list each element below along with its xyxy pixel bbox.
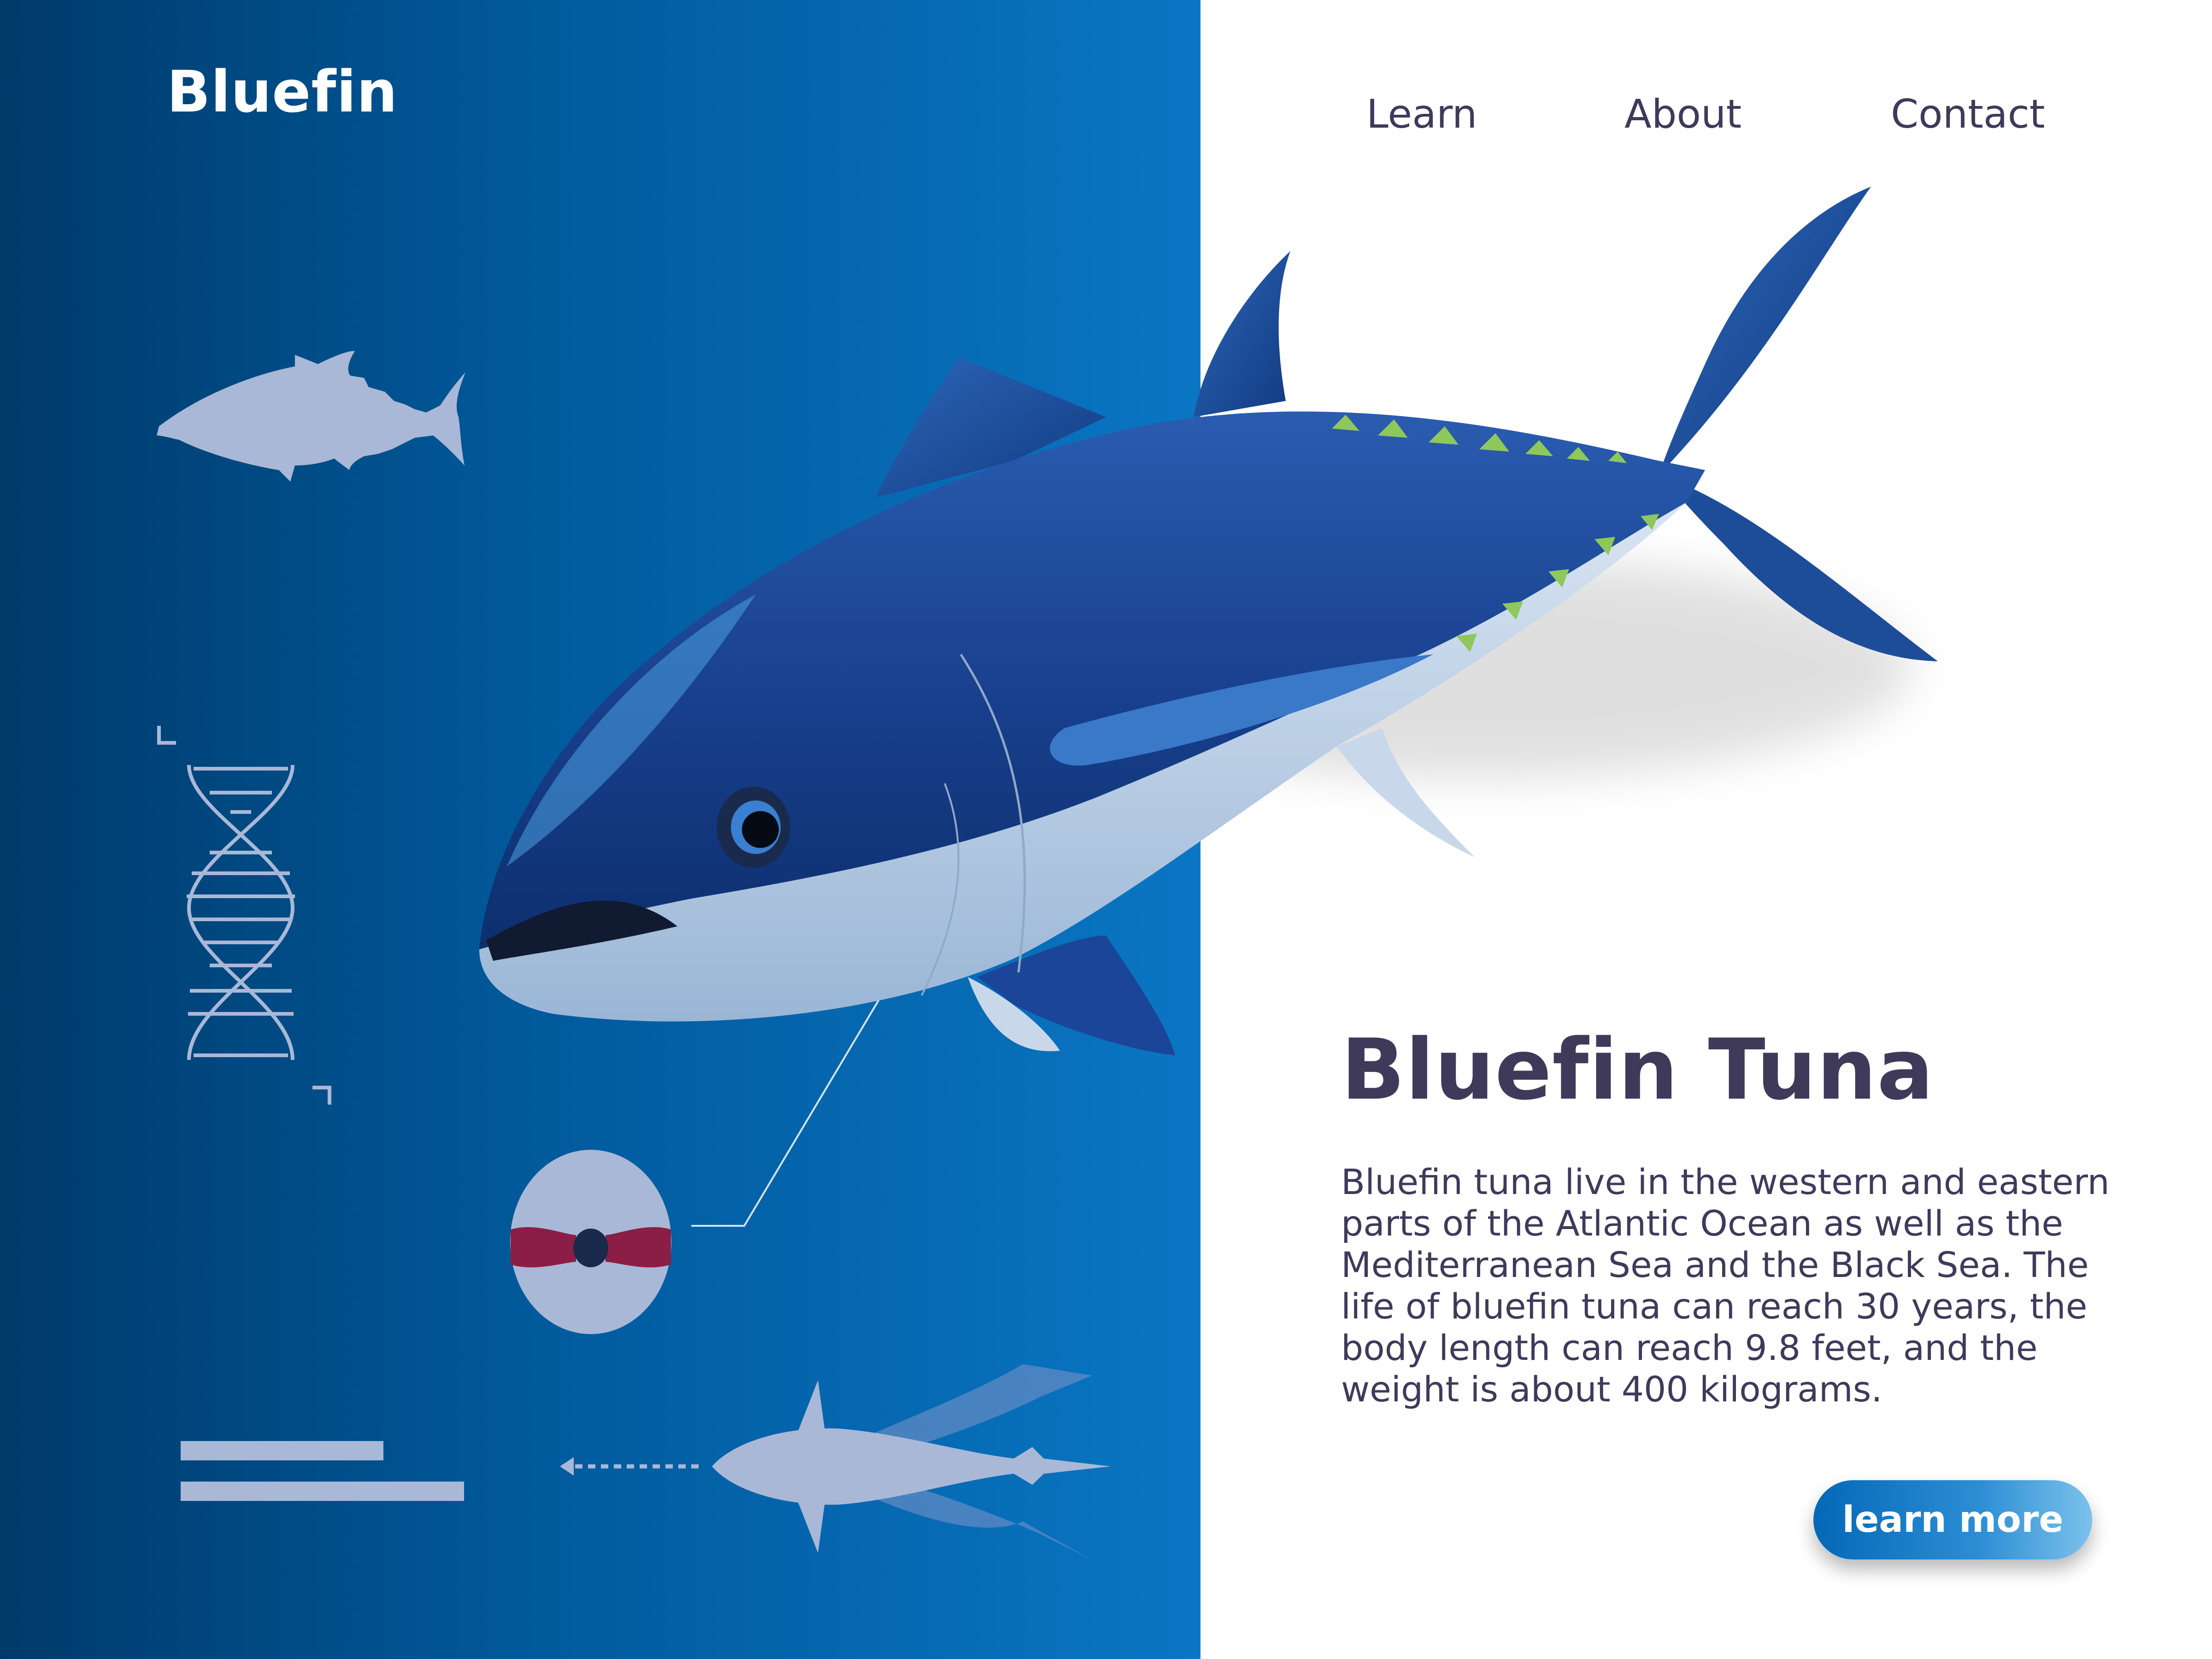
page-title: Bluefin Tuna bbox=[1341, 1021, 1934, 1118]
description-line: Bluefin tuna live in the western and eas… bbox=[1341, 1161, 2110, 1202]
nav-learn[interactable]: Learn bbox=[1366, 91, 1477, 137]
nav-about[interactable]: About bbox=[1624, 91, 1741, 137]
nav-contact[interactable]: Contact bbox=[1891, 91, 2045, 137]
description-line: body length can reach 9.8 feet, and the bbox=[1341, 1327, 2038, 1368]
description-line: weight is about 400 kilograms. bbox=[1341, 1369, 1883, 1410]
brand-logo[interactable]: Bluefin bbox=[167, 59, 398, 125]
learn-more-button[interactable]: learn more bbox=[1813, 1480, 2092, 1559]
description-line: parts of the Atlantic Ocean as well as t… bbox=[1341, 1203, 2064, 1244]
description-line: life of bluefin tuna can reach 30 years,… bbox=[1341, 1286, 2088, 1327]
description-line: Mediterranean Sea and the Black Sea. The bbox=[1341, 1244, 2089, 1285]
left-panel bbox=[0, 0, 1200, 1659]
right-panel bbox=[1200, 0, 2212, 1659]
description-text: Bluefin tuna live in the western and eas… bbox=[1341, 1161, 2124, 1410]
